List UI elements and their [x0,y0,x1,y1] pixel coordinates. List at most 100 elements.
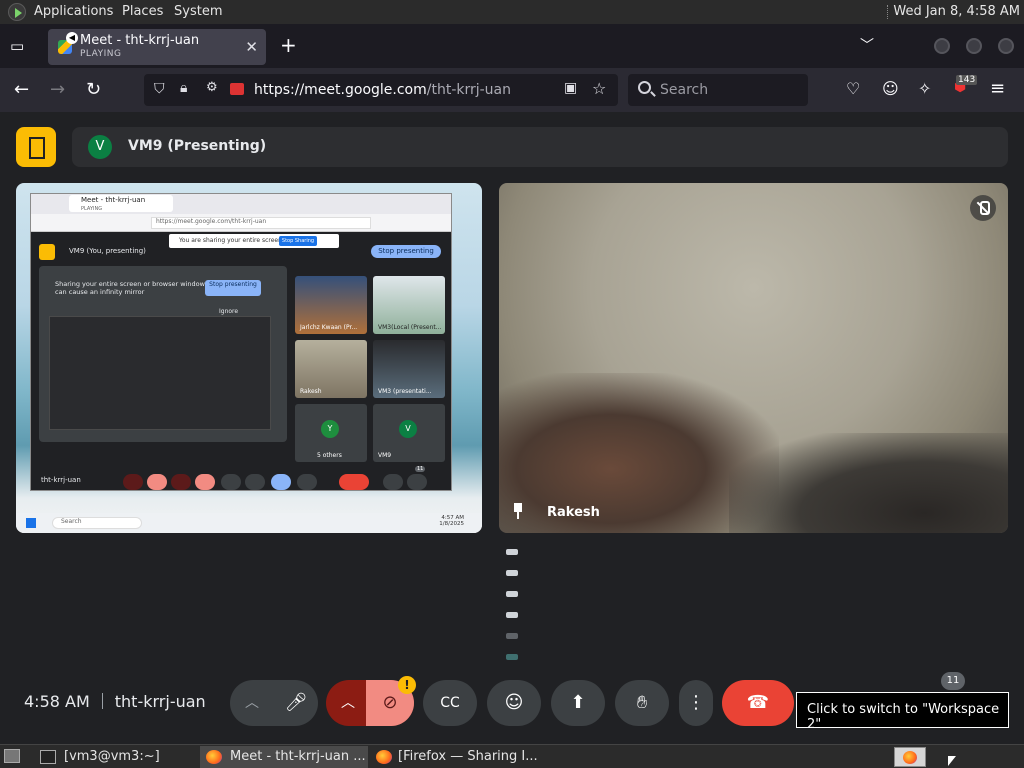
close-tab-icon[interactable]: ✕ [245,38,258,56]
search-placeholder: Search [660,82,709,98]
nested-ctrl-4 [195,474,215,490]
leave-call-button[interactable]: ☎ [722,680,794,726]
nested-tab: Meet - tht-krrj-uan PLAYING [69,195,173,212]
menu-places[interactable]: Places [122,4,163,19]
reload-icon[interactable]: ↻ [86,79,101,100]
nested-meeting-code: tht-krrj-uan [41,476,81,484]
nested-browser-window: Meet - tht-krrj-uan PLAYING https://meet.… [30,193,452,491]
terminal-icon [40,750,56,764]
taskbar-terminal[interactable]: [vm3@vm3:~] [36,746,196,768]
tab-list-icon[interactable]: ▭ [10,37,24,55]
nested-start-icon [26,518,36,528]
account-icon[interactable]: ☺ [882,79,899,98]
nested-ctrl-2 [147,474,167,490]
more-options-button[interactable]: ⋮ [679,680,713,726]
raise-hand-button[interactable]: ✋︎ [615,680,669,726]
extensions-icon[interactable]: ✧ [918,79,931,98]
url-text[interactable]: https://meet.google.com/tht-krrj-uan [254,82,511,98]
nested-count: 11 [415,466,426,472]
strip-item [506,591,518,597]
strip-item [506,633,518,639]
url-bar[interactable]: ⛉ 🔒︎ ⚙ https://meet.google.com/tht-krrj-… [144,74,618,106]
captions-button[interactable]: CC [423,680,477,726]
firefox-icon [376,750,392,764]
strip-item [506,549,518,555]
nested-tile-6: V VM9 [373,404,445,462]
maximize-button[interactable] [966,38,982,54]
meeting-details-button[interactable] [16,127,56,167]
nested-urlbar: https://meet.google.com/tht-krrj-uan [31,214,451,232]
nested-tile-3: Rakesh [295,340,367,398]
screen-sharing-indicator-icon[interactable] [230,83,244,95]
gnome-logo-icon[interactable] [8,3,26,21]
nested-header-text: VM9 (You, presenting) [69,247,146,255]
nested-tile-2: VM3(Local (Present... [373,276,445,334]
menu-icon[interactable]: ≡ [990,78,1005,99]
chevron-down-icon[interactable]: ﹀ [860,35,874,55]
top-panel: Applications Places System Wed Jan 8, 4:… [0,0,1024,24]
panel-clock[interactable]: Wed Jan 8, 4:58 AM [893,4,1020,19]
menu-applications[interactable]: Applications [34,4,113,19]
speaker-icon[interactable]: ◀ [66,32,78,44]
forward-icon[interactable]: → [50,79,65,100]
tab-status: PLAYING [80,49,122,59]
permissions-icon[interactable]: ⚙ [206,80,218,95]
back-icon[interactable]: ← [14,79,29,100]
pin-icon[interactable] [512,503,524,519]
nested-ctrl-8 [297,474,317,490]
microphone-icon[interactable]: 🎤︎ [274,680,318,726]
lock-icon[interactable]: 🔒︎ [180,80,187,96]
nested-ctrl-5 [221,474,241,490]
minimize-button[interactable] [934,38,950,54]
nested-ctrl-6 [245,474,265,490]
nested-vm9-avatar: V [399,420,417,438]
search-bar[interactable]: Search [628,74,808,106]
audio-options-chevron-icon[interactable]: ︿ [230,680,274,726]
bookmark-star-icon[interactable]: ☆ [592,79,606,98]
reactions-button[interactable]: ☺ [487,680,541,726]
menu-system[interactable]: System [174,4,222,19]
strip-item [506,570,518,576]
present-button[interactable]: ⬆ [551,680,605,726]
more-vert-icon: ⋮ [687,692,705,713]
nested-tile-4: VM3 (presentati... [373,340,445,398]
close-window-button[interactable] [998,38,1014,54]
reader-mode-icon[interactable]: ▣ [564,80,577,96]
presenting-banner[interactable]: V VM9 (Presenting) [72,127,1008,167]
show-desktop-icon[interactable] [4,749,20,763]
nested-ctrl-7 [271,474,291,490]
video-options-chevron-icon[interactable]: ︿ [326,680,370,726]
screen-share-tile[interactable]: Meet - tht-krrj-uan PLAYING https://meet.… [16,183,482,533]
emoji-icon: ☺ [504,692,524,713]
present-screen-icon: ⬆ [570,692,586,713]
strip-item [506,612,518,618]
new-tab-button[interactable]: + [280,33,297,57]
participants-count-badge: 11 [941,672,965,690]
meeting-code: tht-krrj-uan [114,692,206,711]
hidden-tiles-strip [506,549,522,675]
panel-separator [887,5,889,19]
nested-controls: tht-krrj-uan 11 [31,466,451,492]
tab-meet[interactable]: ◀ Meet - tht-krrj-uan PLAYING ✕ [48,29,266,65]
captions-icon: CC [440,695,460,711]
nested-tile-1: Jarlchz Kwaan (Pr... [295,276,367,334]
mic-muted-icon [970,195,996,221]
taskbar-meet-window[interactable]: Meet - tht-krrj-uan ... [200,746,368,768]
taskbar-firefox-sharing[interactable]: [Firefox — Sharing I... [370,746,540,768]
meeting-time-room: 4:58 AM tht-krrj-uan [24,692,206,711]
nested-others-avatar: Y [321,420,339,438]
shield-icon[interactable]: ⛉ [154,81,165,97]
search-icon [638,81,651,94]
nested-url-text: https://meet.google.com/tht-krrj-uan [151,217,371,229]
nested-ctrl-1 [123,474,143,490]
workspace-switcher[interactable] [894,747,926,767]
hang-up-icon: ☎ [746,692,770,713]
nested-windows-taskbar: Search 4:57 AM 1/8/2025 [16,513,482,533]
presenter-label: VM9 (Presenting) [128,138,267,154]
workspace-firefox-icon [903,751,917,764]
divider [101,693,103,709]
participant-name: Rakesh [547,505,600,520]
nested-ctrl-hangup [339,474,369,490]
participant-tile-rakesh[interactable]: Rakesh [499,183,1008,533]
pocket-icon[interactable]: ♡ [846,79,860,98]
